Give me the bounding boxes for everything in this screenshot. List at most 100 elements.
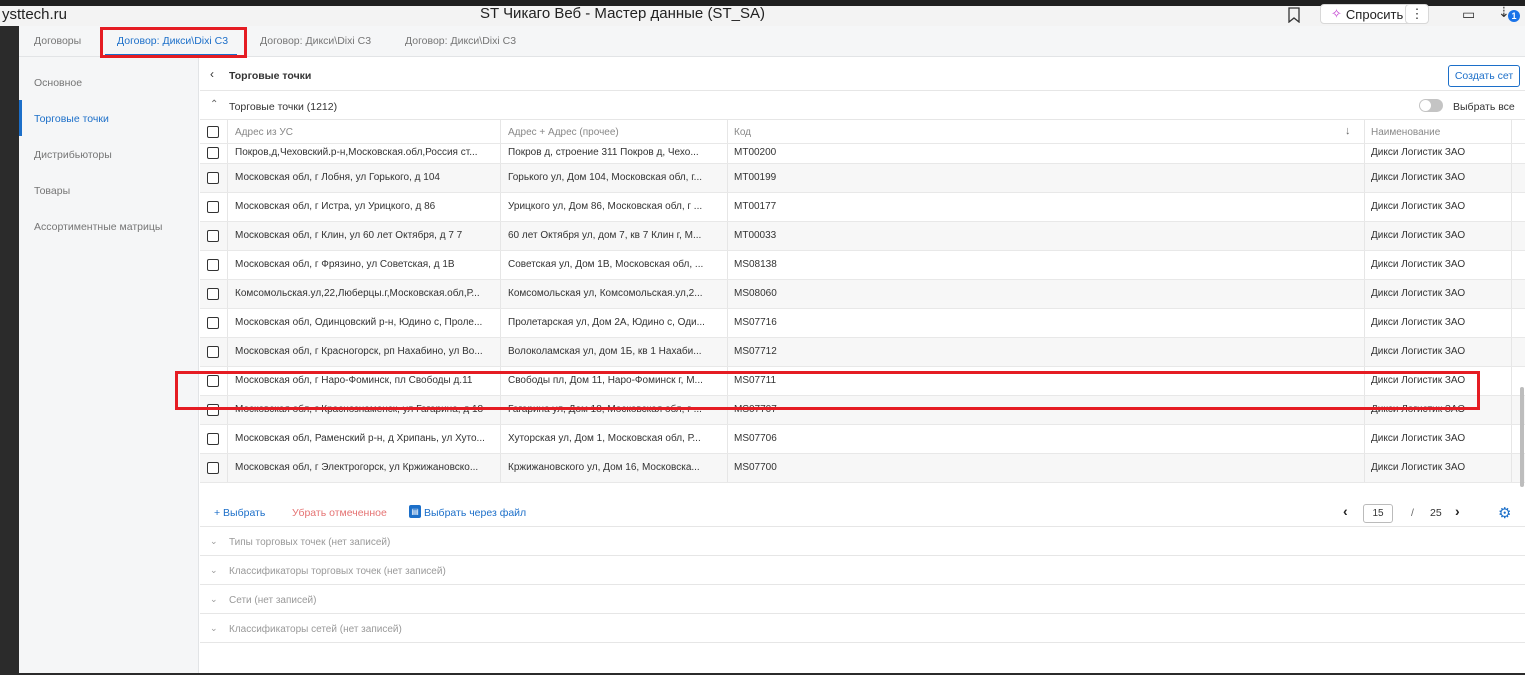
table-row[interactable]: Покров,д,Чеховский.р-н,Московская.обл,Ро…: [200, 144, 1525, 164]
tab-contract-3[interactable]: Договор: Дикси\Dixi C3: [405, 35, 516, 47]
column-divider: [500, 193, 501, 221]
window-title: ST Чикаго Веб - Мастер данные (ST_SA): [480, 5, 765, 22]
column-divider: [727, 280, 728, 308]
accordion-outlet-classifiers[interactable]: ⌄ Классификаторы торговых точек (нет зап…: [200, 556, 1525, 585]
cell-name: Дикси Логистик ЗАО: [1371, 172, 1466, 183]
select-all-toggle[interactable]: [1419, 99, 1443, 112]
column-header-code[interactable]: Код: [734, 127, 834, 138]
file-icon[interactable]: ▤: [409, 505, 421, 518]
feedback-icon[interactable]: ▭: [1462, 6, 1475, 23]
table-row[interactable]: Московская обл, г Лобня, ул Горького, д …: [200, 164, 1525, 193]
column-divider: [227, 396, 228, 424]
select-all-label: Выбрать все: [1453, 101, 1515, 113]
row-checkbox[interactable]: [207, 259, 219, 271]
row-checkbox[interactable]: [207, 317, 219, 329]
table-row[interactable]: Московская обл, г Клин, ул 60 лет Октябр…: [200, 222, 1525, 251]
prev-page-icon[interactable]: ‹: [1343, 503, 1348, 519]
browser-title-bar: ysttech.ru ST Чикаго Веб - Мастер данные…: [0, 0, 1525, 26]
row-checkbox[interactable]: [207, 172, 219, 184]
column-divider: [1364, 396, 1365, 424]
sidebar-item-products[interactable]: Товары: [34, 185, 70, 197]
table-row[interactable]: Московская обл, г Наро-Фоминск, пл Свобо…: [200, 367, 1525, 396]
row-checkbox[interactable]: [207, 288, 219, 300]
sidebar: Основное Торговые точки Дистрибьюторы То…: [19, 57, 199, 673]
cell-address-other: Свободы пл, Дом 11, Наро-Фоминск г, М...: [508, 375, 703, 386]
chevron-down-icon: ⌄: [210, 594, 218, 604]
sparkle-icon: ✧: [1331, 6, 1342, 21]
column-divider: [727, 425, 728, 453]
cell-address-other: Комсомольская ул, Комсомольская.ул,2...: [508, 288, 703, 299]
table-row[interactable]: Московская обл, г Истра, ул Урицкого, д …: [200, 193, 1525, 222]
column-divider: [727, 144, 728, 163]
table-row[interactable]: Московская обл, г Краснознаменск, ул Гаг…: [200, 396, 1525, 425]
row-checkbox[interactable]: [207, 346, 219, 358]
column-divider: [1364, 164, 1365, 192]
total-pages: 25: [1430, 507, 1442, 519]
row-checkbox[interactable]: [207, 462, 219, 474]
table-row[interactable]: Московская обл, г Красногорск, рп Нахаби…: [200, 338, 1525, 367]
main-content: ‹ Торговые точки Создать сет ⌃ Торговые …: [200, 57, 1525, 673]
table-row[interactable]: Московская обл, Одинцовский р-н, Юдино с…: [200, 309, 1525, 338]
column-divider: [500, 338, 501, 366]
gear-icon[interactable]: ⚙: [1498, 504, 1511, 522]
select-from-file-button[interactable]: Выбрать через файл: [424, 507, 526, 519]
column-divider: [727, 193, 728, 221]
ask-button[interactable]: ✧ Спросить: [1320, 4, 1415, 24]
row-checkbox[interactable]: [207, 433, 219, 445]
column-header-address-other[interactable]: Адрес + Адрес (прочее): [508, 127, 712, 138]
cell-code: MS07711: [734, 375, 777, 386]
cell-address-other: Советская ул, Дом 1В, Московская обл, ..…: [508, 259, 704, 270]
table-row[interactable]: Московская обл, Раменский р-н, д Хрипань…: [200, 425, 1525, 454]
tab-contract-2[interactable]: Договор: Дикси\Dixi C3: [260, 35, 371, 47]
cell-address: Московская обл, Одинцовский р-н, Юдино с…: [235, 317, 483, 328]
back-chevron-icon[interactable]: ‹: [210, 67, 214, 81]
row-checkbox[interactable]: [207, 201, 219, 213]
page-title: Торговые точки: [229, 70, 312, 82]
select-all-checkbox[interactable]: [207, 126, 219, 138]
column-divider: [1364, 222, 1365, 250]
chevron-up-icon[interactable]: ⌃: [210, 99, 218, 110]
cell-name: Дикси Логистик ЗАО: [1371, 433, 1466, 444]
bookmark-icon[interactable]: [1287, 7, 1301, 23]
page-number-input[interactable]: 15: [1363, 504, 1393, 523]
row-checkbox[interactable]: [207, 147, 219, 159]
table-row[interactable]: Комсомольская.ул,22,Люберцы.г,Московская…: [200, 280, 1525, 309]
cell-address: Комсомольская.ул,22,Люберцы.г,Московская…: [235, 288, 480, 299]
cell-name: Дикси Логистик ЗАО: [1371, 259, 1466, 270]
row-checkbox[interactable]: [207, 230, 219, 242]
row-checkbox[interactable]: [207, 375, 219, 387]
table-scrollbar[interactable]: [1520, 387, 1524, 487]
sort-down-icon[interactable]: ↓: [1345, 125, 1351, 137]
cell-address: Московская обл, г Красногорск, рп Нахаби…: [235, 346, 483, 357]
accordion-chains[interactable]: ⌄ Сети (нет записей): [200, 585, 1525, 614]
cell-name: Дикси Логистик ЗАО: [1371, 404, 1466, 415]
remove-selected-button[interactable]: Убрать отмеченное: [292, 507, 387, 519]
column-divider: [500, 425, 501, 453]
tab-contract-active[interactable]: Договор: Дикси\Dixi C3: [117, 35, 228, 47]
accordion-outlet-types[interactable]: ⌄ Типы торговых точек (нет записей): [200, 527, 1525, 556]
cell-address: Московская обл, г Лобня, ул Горького, д …: [235, 172, 440, 183]
row-checkbox[interactable]: [207, 404, 219, 416]
accordion-chain-classifiers[interactable]: ⌄ Классификаторы сетей (нет записей): [200, 614, 1525, 643]
tab-contracts[interactable]: Договоры: [34, 35, 81, 47]
column-divider: [227, 425, 228, 453]
add-select-button[interactable]: + Выбрать: [214, 507, 265, 519]
table-row[interactable]: Московская обл, г Электрогорск, ул Кржиж…: [200, 454, 1525, 483]
cell-name: Дикси Логистик ЗАО: [1371, 147, 1466, 158]
column-divider: [500, 164, 501, 192]
sidebar-item-distributors[interactable]: Дистрибьюторы: [34, 149, 112, 161]
sidebar-item-outlets[interactable]: Торговые точки: [34, 113, 109, 125]
column-header-address[interactable]: Адрес из УС: [235, 127, 487, 138]
cell-name: Дикси Логистик ЗАО: [1371, 375, 1466, 386]
sidebar-item-main[interactable]: Основное: [34, 77, 82, 89]
outlets-section-header[interactable]: ⌃ Торговые точки (1212) Выбрать все: [200, 91, 1525, 120]
next-page-icon[interactable]: ›: [1455, 503, 1460, 519]
cell-address: Московская обл, Раменский р-н, д Хрипань…: [235, 433, 485, 444]
table-row[interactable]: Московская обл, г Фрязино, ул Советская,…: [200, 251, 1525, 280]
sidebar-item-assortment[interactable]: Ассортиментные матрицы: [34, 221, 162, 233]
more-menu-button[interactable]: ⋮: [1405, 4, 1429, 24]
create-set-button[interactable]: Создать сет: [1448, 65, 1520, 87]
column-divider: [500, 309, 501, 337]
column-divider: [227, 193, 228, 221]
column-header-name[interactable]: Наименование: [1371, 127, 1486, 138]
